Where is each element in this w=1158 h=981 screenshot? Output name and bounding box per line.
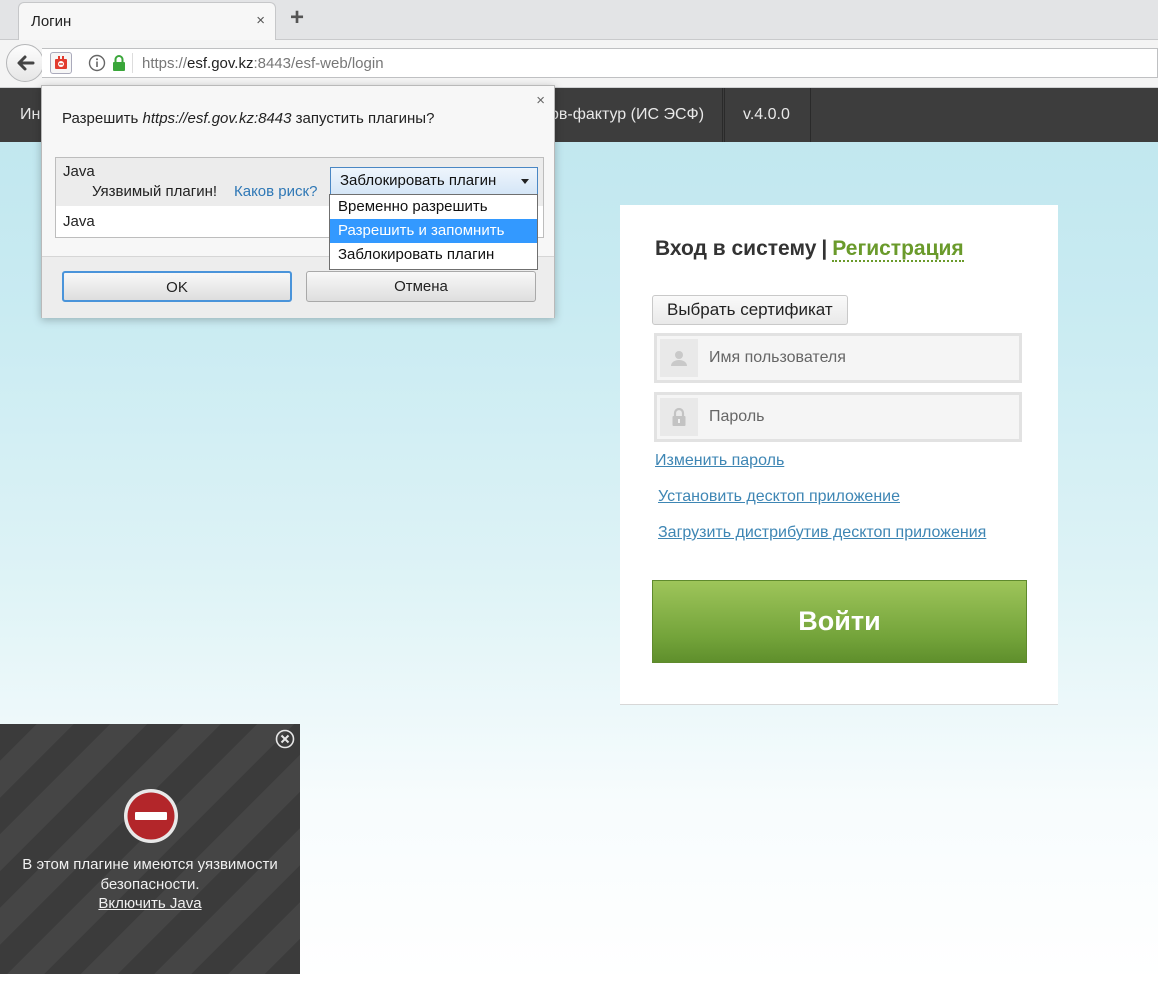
ok-button[interactable]: OK <box>62 271 292 302</box>
plugin-permission-popup: × Разрешить https://esf.gov.kz:8443 запу… <box>41 85 555 318</box>
question-pre: Разрешить <box>62 110 143 127</box>
popup-close-icon[interactable]: × <box>536 92 545 109</box>
url-separator <box>132 53 133 73</box>
back-button[interactable] <box>6 44 44 82</box>
browser-navbar: https://esf.gov.kz:8443/esf-web/login <box>0 40 1158 88</box>
url-text[interactable]: https://esf.gov.kz:8443/esf-web/login <box>142 55 384 72</box>
url-prefix: https:// <box>142 55 188 72</box>
blocked-plugin-overlay: В этом плагине имеются уязвимости безопа… <box>0 724 300 974</box>
login-title: Вход в систему | Регистрация <box>655 237 964 262</box>
register-link[interactable]: Регистрация <box>832 237 964 262</box>
padlock-icon <box>660 398 698 436</box>
risk-link[interactable]: Каков риск? <box>234 183 317 200</box>
download-desktop-link[interactable]: Загрузить дистрибутив десктоп приложения <box>658 524 986 542</box>
header-system-title: ов-фактур (ИС ЭСФ) <box>530 88 726 142</box>
enable-java-link[interactable]: Включить Java <box>98 895 201 912</box>
username-field[interactable] <box>654 333 1022 383</box>
tab-title: Логин <box>31 13 72 30</box>
install-desktop-link[interactable]: Установить десктоп приложение <box>658 488 900 506</box>
new-tab-button[interactable]: + <box>290 4 304 32</box>
select-value: Заблокировать плагин <box>340 172 497 189</box>
login-heading: Вход в систему <box>655 237 817 260</box>
plugin-name: Java <box>63 163 95 180</box>
option-block[interactable]: Заблокировать плагин <box>330 243 537 267</box>
browser-tab[interactable]: Логин × <box>18 2 276 40</box>
plugin-action-dropdown: Временно разрешить Разрешить и запомнить… <box>329 194 538 270</box>
close-circle-icon[interactable] <box>275 729 295 749</box>
browser-tabstrip: Логин × + <box>0 0 1158 40</box>
change-password-link[interactable]: Изменить пароль <box>655 452 784 470</box>
plugin-icon[interactable] <box>50 52 72 74</box>
info-icon[interactable] <box>88 54 106 75</box>
url-host: esf.gov.kz <box>187 55 254 72</box>
vulnerable-warning: Уязвимый плагин! <box>92 183 218 200</box>
title-separator: | <box>821 237 828 260</box>
plugin-name-2: Java <box>63 213 95 230</box>
plugin-action-select[interactable]: Заблокировать плагин <box>330 167 538 195</box>
username-input[interactable] <box>709 336 1009 380</box>
back-arrow-icon <box>17 55 35 71</box>
password-input[interactable] <box>709 395 1009 439</box>
lock-icon[interactable] <box>112 54 126 75</box>
select-certificate-button[interactable]: Выбрать сертификат <box>652 295 848 325</box>
blocked-message-line1: В этом плагине имеются уязвимости <box>22 856 278 873</box>
stop-icon <box>122 787 180 845</box>
enable-java-container: Включить Java <box>0 895 300 912</box>
cancel-button[interactable]: Отмена <box>306 271 536 302</box>
url-path: :8443/esf-web/login <box>253 55 384 72</box>
login-button[interactable]: Войти <box>652 580 1027 663</box>
blocked-message: В этом плагине имеются уязвимости безопа… <box>0 855 300 895</box>
question-post: запустить плагины? <box>291 110 435 127</box>
url-bar[interactable]: https://esf.gov.kz:8443/esf-web/login <box>42 48 1158 78</box>
option-allow-now[interactable]: Временно разрешить <box>330 195 537 219</box>
password-field[interactable] <box>654 392 1022 442</box>
header-version: v.4.0.0 <box>722 88 811 142</box>
option-allow-remember[interactable]: Разрешить и запомнить <box>330 219 537 243</box>
popup-question: Разрешить https://esf.gov.kz:8443 запуст… <box>62 110 434 127</box>
chevron-down-icon <box>521 179 529 184</box>
tab-close-icon[interactable]: × <box>256 12 265 29</box>
user-icon <box>660 339 698 377</box>
login-card: Вход в систему | Регистрация Выбрать серти… <box>620 205 1058 705</box>
blocked-message-line2: безопасности. <box>100 876 200 893</box>
question-site: https://esf.gov.kz:8443 <box>142 110 292 127</box>
